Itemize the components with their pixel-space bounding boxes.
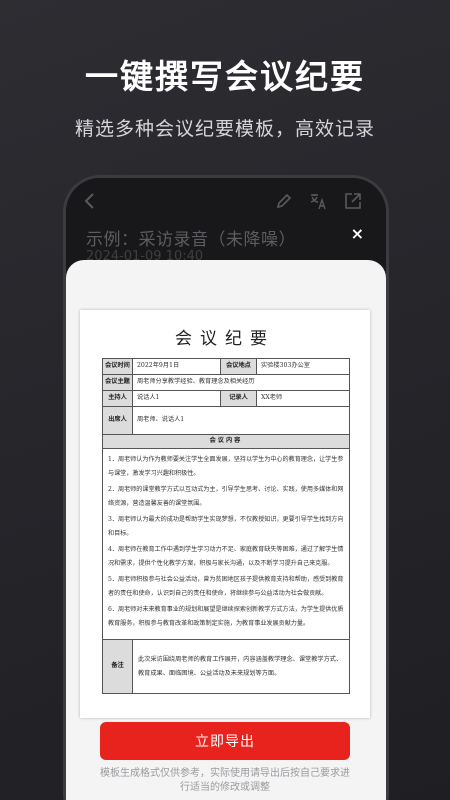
minutes-title: 会议纪要 <box>175 329 275 349</box>
attendee-value: 周老师、说话人1 <box>132 406 350 435</box>
subline: 精选多种会议纪要模板，高效记录 <box>74 118 375 140</box>
host-label: 主持人 <box>102 390 133 407</box>
disclaimer-text: 模板生成格式仅供参考，实际使用请导出后按自己要求进行适当的修改或调整 <box>100 768 350 793</box>
template-preview-sheet: 会议纪要 会议时间 2022年9月1日 会议地点 实验楼303办公室 会议主题 … <box>66 260 386 800</box>
content-section-label: 会议内容 <box>102 434 350 449</box>
headline: 一键撰写会议纪要 <box>85 57 365 96</box>
host-value: 说话人1 <box>132 390 221 407</box>
content-item: 6．周老师对未来教育事业的规划和展望是继续探索创新教学方式方法，为学生提供优质教… <box>108 606 344 627</box>
minutes-document: 会议纪要 会议时间 2022年9月1日 会议地点 实验楼303办公室 会议主题 … <box>80 310 370 718</box>
place-label: 会议地点 <box>220 358 257 375</box>
back-arrow-icon[interactable] <box>80 191 100 211</box>
content-item: 2．周老师的课堂教学方式以互动式为主，引导学生思考、讨论、实践，使用多媒体和网络… <box>108 486 344 507</box>
share-icon[interactable] <box>343 191 363 211</box>
place-value: 实验楼303办公室 <box>256 358 350 375</box>
content-item: 4．周老师在教育工作中遇到学生学习动力不足、家庭教育缺失等困难，通过了解学生情况… <box>108 546 344 567</box>
export-button[interactable]: 立即导出 <box>100 722 350 760</box>
minutes-table: 会议时间 2022年9月1日 会议地点 实验楼303办公室 会议主题 周老师分享… <box>102 358 350 694</box>
time-label: 会议时间 <box>102 358 133 375</box>
content-item: 5．周老师积极参与社会公益活动，曾为贫困地区孩子提供教育支持和帮助，感受到教育者… <box>108 576 344 597</box>
pen-icon[interactable] <box>274 191 294 211</box>
close-icon[interactable]: × <box>351 226 364 242</box>
recorder-label: 记录人 <box>220 390 257 407</box>
recorder-value: XX老师 <box>256 390 350 407</box>
time-value: 2022年9月1日 <box>132 358 221 375</box>
attendee-label: 出席人 <box>102 406 133 435</box>
content-item: 1．周老师认为作为教师要关注学生全面发展，坚持以学生为中心的教育理念，让学生参与… <box>108 456 344 477</box>
note-value: 此次采访围绕周老师的教育工作展开，内容涵盖教学理念、课堂教学方式、教育成果、面临… <box>132 639 350 694</box>
topic-label: 会议主题 <box>102 374 133 391</box>
note-label: 备注 <box>102 639 133 694</box>
content-body: 1．周老师认为作为教师要关注学生全面发展，坚持以学生为中心的教育理念，让学生参与… <box>102 448 350 640</box>
content-item: 3．周老师认为最大的成功是帮助学生实现梦想，不仅教授知识，更要引导学生找到方向和… <box>108 516 344 537</box>
translate-icon[interactable] <box>308 191 328 211</box>
topic-value: 周老师分享教学经验、教育理念及相关经历 <box>132 374 350 391</box>
document-title: 示例：采访录音（未降噪） <box>86 230 296 250</box>
app-toolbar <box>66 186 386 216</box>
